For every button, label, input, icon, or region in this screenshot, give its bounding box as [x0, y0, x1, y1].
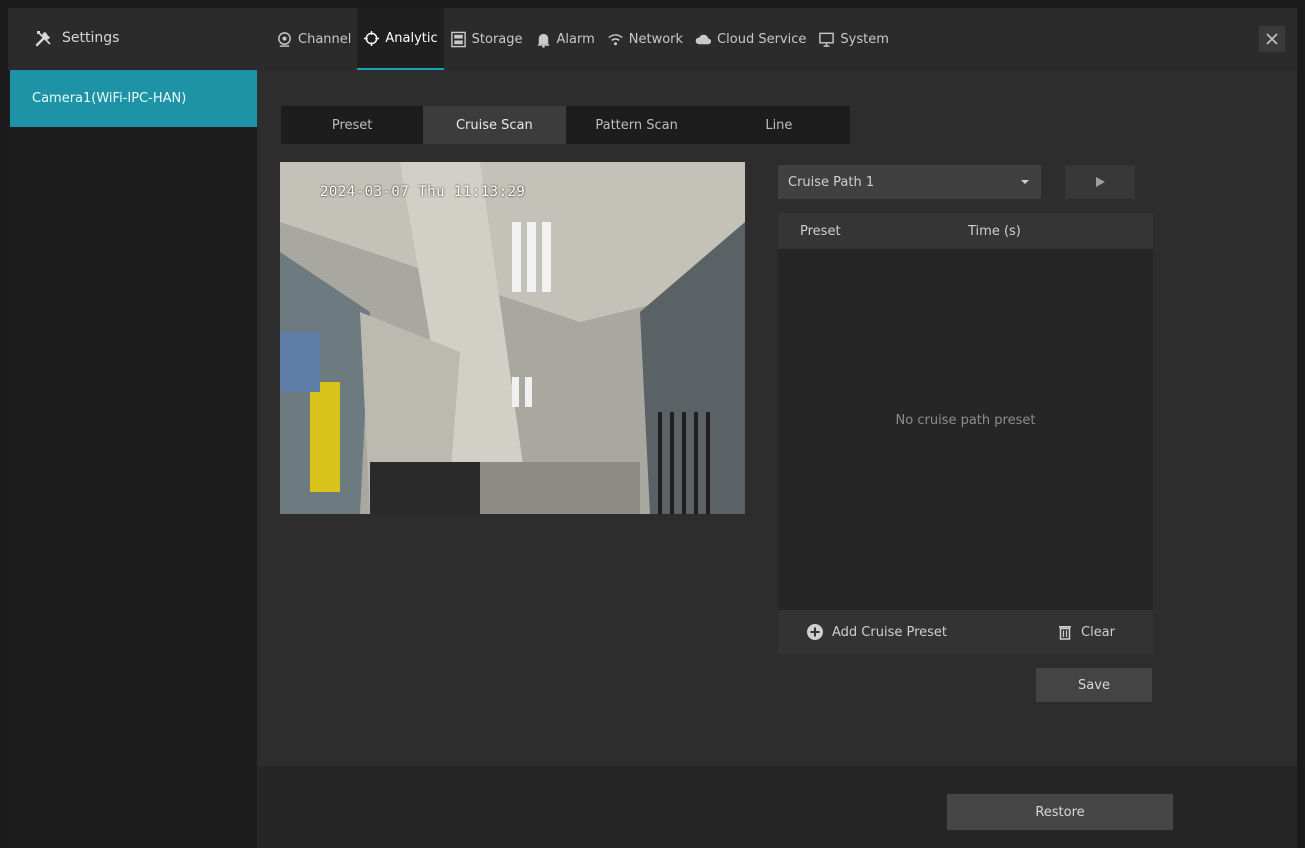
add-circle-icon — [807, 624, 823, 640]
table-header: Preset Time (s) — [778, 213, 1153, 249]
chevron-down-icon — [1021, 180, 1029, 184]
bottom-action-bar: Restore — [257, 766, 1297, 848]
clear-label: Clear — [1081, 624, 1115, 640]
tab-pattern-scan[interactable]: Pattern Scan — [566, 106, 708, 144]
bell-icon — [537, 33, 549, 48]
camera-osd-timestamp: 2024-03-07 Thu 11:13:29 — [320, 184, 526, 200]
menu-analytic-label: Analytic — [385, 30, 438, 46]
menu-cloud-service[interactable]: Cloud Service — [689, 8, 812, 70]
clear-button[interactable]: Clear — [1056, 623, 1115, 641]
network-icon — [608, 33, 623, 45]
menu-channel-label: Channel — [298, 31, 352, 47]
camera-live-preview[interactable]: 2024-03-07 Thu 11:13:29 — [280, 162, 745, 514]
camera-icon — [278, 31, 291, 47]
close-icon — [1266, 33, 1278, 45]
add-cruise-preset-button[interactable]: Add Cruise Preset — [806, 623, 947, 641]
storage-icon — [450, 31, 466, 47]
restore-button[interactable]: Restore — [947, 794, 1173, 830]
column-time: Time (s) — [968, 223, 1021, 239]
menu-network-label: Network — [628, 31, 684, 47]
settings-title-text: Settings — [62, 30, 120, 46]
settings-title: Settings — [34, 28, 119, 48]
menu-network[interactable]: Network — [601, 8, 689, 70]
top-navigation-bar: Settings Channel Analytic Storage Alarm … — [8, 8, 1297, 71]
save-button[interactable]: Save — [1036, 668, 1152, 702]
close-button[interactable] — [1259, 26, 1285, 52]
menu-storage-label: Storage — [471, 31, 523, 47]
menu-alarm-label: Alarm — [556, 31, 595, 47]
empty-table-message: No cruise path preset — [895, 413, 1036, 428]
menu-system-label: System — [840, 31, 889, 47]
sidebar: Camera1(WiFi-IPC-HAN) — [8, 70, 257, 848]
menu-analytic[interactable]: Analytic — [357, 8, 444, 70]
menu-system[interactable]: System — [812, 8, 894, 70]
play-icon — [1096, 177, 1105, 187]
tab-preset[interactable]: Preset — [281, 106, 423, 144]
camera-scene-image — [280, 162, 745, 514]
menu-channel[interactable]: Channel — [270, 8, 357, 70]
cruise-path-selected-value: Cruise Path 1 — [788, 174, 875, 190]
play-cruise-button[interactable] — [1065, 165, 1135, 199]
tools-icon — [35, 31, 51, 47]
menu-alarm[interactable]: Alarm — [529, 8, 601, 70]
ptz-subtabs: Preset Cruise Scan Pattern Scan Line — [281, 106, 850, 144]
cruise-preset-table: Preset Time (s) No cruise path preset Ad… — [778, 213, 1153, 654]
main-content: Preset Cruise Scan Pattern Scan Line 202… — [257, 70, 1297, 848]
cloud-icon — [695, 34, 712, 44]
menu-storage[interactable]: Storage — [444, 8, 529, 70]
sidebar-item-camera1[interactable]: Camera1(WiFi-IPC-HAN) — [10, 70, 257, 127]
cruise-path-select[interactable]: Cruise Path 1 — [778, 165, 1041, 199]
tab-cruise-scan[interactable]: Cruise Scan — [423, 106, 566, 144]
menu-cloud-service-label: Cloud Service — [717, 31, 807, 47]
column-preset: Preset — [800, 223, 841, 239]
table-footer: Add Cruise Preset Clear — [778, 610, 1153, 654]
main-menu: Channel Analytic Storage Alarm Network C… — [270, 8, 895, 70]
add-cruise-preset-label: Add Cruise Preset — [832, 624, 948, 640]
trash-icon — [1059, 626, 1071, 640]
crosshair-icon — [364, 30, 380, 46]
tab-line[interactable]: Line — [708, 106, 850, 144]
monitor-icon — [819, 32, 835, 47]
